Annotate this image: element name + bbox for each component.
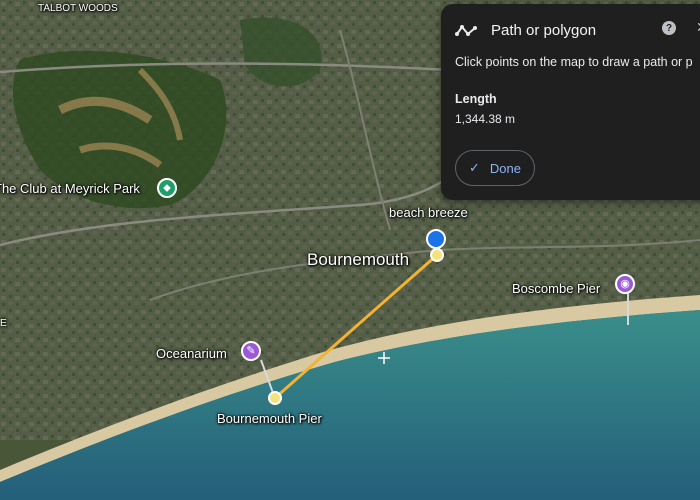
- label-club-meyrick-park[interactable]: The Club at Meyrick Park: [0, 181, 140, 196]
- label-edge-letter: E: [0, 318, 7, 329]
- path-vertex-start[interactable]: [268, 391, 282, 405]
- label-bournemouth-pier[interactable]: Bournemouth Pier: [217, 411, 322, 426]
- aquarium-place-icon[interactable]: ✎: [241, 341, 261, 361]
- golf-place-icon[interactable]: ⬥: [157, 178, 177, 198]
- close-icon[interactable]: ✕: [696, 19, 700, 36]
- done-label: Done: [489, 160, 521, 176]
- panel-header: Path or polygon: [455, 22, 596, 39]
- help-icon[interactable]: ?: [662, 21, 676, 35]
- selected-place-icon[interactable]: [426, 229, 446, 249]
- label-talbot-woods: TALBOT WOODS: [38, 3, 118, 14]
- label-beach-breeze[interactable]: beach breeze: [389, 205, 468, 220]
- path-tool-icon: [455, 24, 477, 36]
- camera-place-icon[interactable]: ◉: [615, 274, 635, 294]
- panel-instruction: Click points on the map to draw a path o…: [455, 55, 693, 69]
- path-vertex-end[interactable]: [430, 248, 444, 262]
- length-value: 1,344.38 m: [455, 112, 516, 126]
- panel-title: Path or polygon: [491, 22, 597, 39]
- boscombe-pier-stem: [627, 293, 629, 325]
- path-polygon-panel: Path or polygon ? ✕ Click points on the …: [441, 4, 700, 200]
- done-button[interactable]: ✓ Done: [455, 150, 535, 186]
- label-bournemouth[interactable]: Bournemouth: [307, 250, 409, 270]
- label-oceanarium[interactable]: Oceanarium: [156, 346, 227, 361]
- label-boscombe-pier[interactable]: Boscombe Pier: [512, 281, 600, 296]
- check-icon: ✓: [469, 160, 480, 175]
- length-label: Length: [455, 92, 497, 106]
